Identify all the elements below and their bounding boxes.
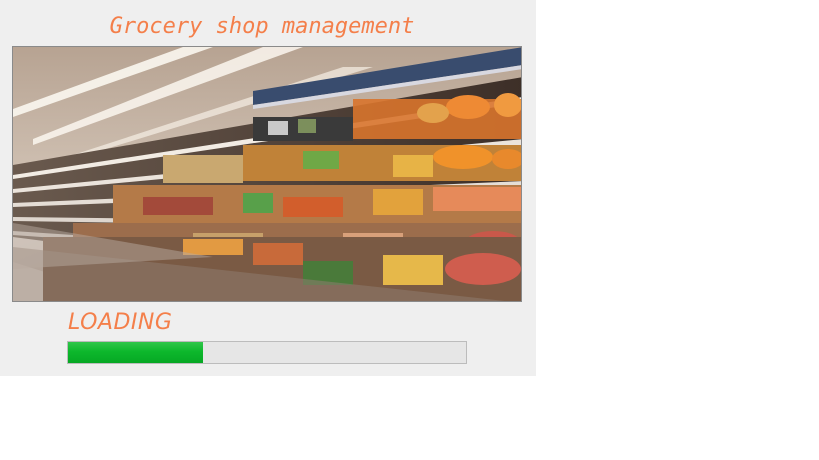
app-title: Grocery shop management [109, 14, 415, 39]
supermarket-shelves-image [12, 46, 522, 302]
loading-progress-bar [67, 341, 467, 364]
loading-label: LOADING [68, 310, 173, 335]
loading-progress-fill [68, 342, 204, 363]
splash-window: Grocery shop management LOADING [0, 0, 536, 376]
